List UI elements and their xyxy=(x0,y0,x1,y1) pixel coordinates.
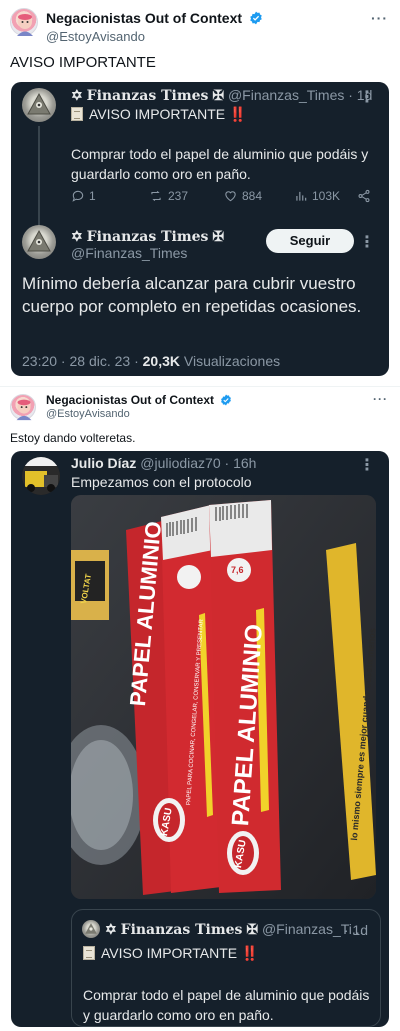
headline: AVISO IMPORTANTE xyxy=(101,945,238,961)
maltese-cross-icon: ✠ xyxy=(212,229,225,245)
embedded-post-card[interactable]: Julio Díaz @juliodiaz70 · 16h ⋮ Empezamo… xyxy=(11,451,389,1027)
post-text: AVISO IMPORTANTE xyxy=(10,54,156,71)
author-handle[interactable]: @EstoyAvisando xyxy=(46,29,145,44)
memo-icon xyxy=(71,107,83,121)
thread-connector-line xyxy=(38,126,40,228)
author-handle[interactable]: @Finanzas_Times xyxy=(71,245,187,261)
views-button[interactable]: 103K xyxy=(294,189,340,203)
star-of-david-icon: ✡ xyxy=(71,229,83,245)
author-handle[interactable]: @Finanzas_Times xyxy=(228,87,344,103)
more-options-icon[interactable]: ··· xyxy=(373,392,388,406)
post-time[interactable]: · 16h xyxy=(225,455,257,471)
author-name[interactable]: Julio Díaz xyxy=(71,455,136,471)
like-button[interactable]: 884 xyxy=(223,189,262,203)
outer-post-2-header: Negacionistas Out of Context @EstoyAvisa… xyxy=(0,388,400,432)
views-count: 20,3K xyxy=(142,353,180,369)
embedded-thread-card[interactable]: ✡ Finanzas Times ✠ @Finanzas_Times · 1d … xyxy=(11,82,389,376)
more-options-icon[interactable]: ··· xyxy=(371,10,388,26)
reply-button[interactable]: 1 xyxy=(71,189,96,203)
author-name[interactable]: Negacionistas Out of Context xyxy=(46,393,214,407)
reply-count: 1 xyxy=(89,189,96,203)
maltese-cross-icon: ✠ xyxy=(246,922,259,938)
verified-badge-icon xyxy=(249,11,263,28)
verified-badge-icon xyxy=(220,394,232,409)
quoted-post-text: Comprar todo el papel de aluminio que po… xyxy=(71,146,369,182)
more-options-icon[interactable]: ⋮ xyxy=(359,455,375,475)
more-options-icon[interactable]: ⋮ xyxy=(359,87,375,107)
follow-button[interactable]: Seguir xyxy=(266,229,354,253)
julio-diaz-avatar[interactable] xyxy=(22,457,60,495)
post-text: Estoy dando volteretas. xyxy=(10,431,136,445)
star-of-david-icon: ✡ xyxy=(105,922,117,938)
repost-count: 237 xyxy=(168,189,189,203)
reply-icon xyxy=(72,190,84,202)
more-options-icon[interactable]: ⋮ xyxy=(359,232,375,252)
post-photo[interactable]: PAPEL ALUMINIO PAPEL ALUMINIO PAPEL PARA… xyxy=(71,495,376,899)
star-of-david-icon: ✡ xyxy=(71,88,83,104)
share-icon[interactable] xyxy=(357,189,375,203)
like-count: 884 xyxy=(242,189,263,203)
analytics-icon xyxy=(296,191,307,201)
quoted-post[interactable]: ✡ Finanzas Times ✠ @Finanzas_Ti... · 1d … xyxy=(71,909,381,1027)
quoted-post-text: Comprar todo el papel de aluminio que po… xyxy=(83,987,370,1023)
author-handle[interactable]: @juliodiaz70 xyxy=(140,455,220,471)
memo-icon xyxy=(83,946,95,960)
post-text: Empezamos con el protocolo xyxy=(71,474,252,490)
post-timestamp[interactable]: 23:20 · 28 dic. 23 · xyxy=(22,353,139,369)
author-name[interactable]: Negacionistas Out of Context xyxy=(46,10,242,26)
avatar[interactable] xyxy=(10,8,38,36)
finanzas-times-avatar[interactable] xyxy=(82,920,100,938)
repost-icon xyxy=(151,190,161,202)
author-name[interactable]: Finanzas Times xyxy=(121,922,243,938)
product-length: 7,6 xyxy=(231,565,244,575)
divider xyxy=(0,386,400,387)
avatar[interactable] xyxy=(10,394,36,421)
post-time[interactable]: · 1d xyxy=(344,922,368,938)
views-count: 103K xyxy=(312,189,341,203)
double-exclamation-icon: ‼️ xyxy=(229,106,247,122)
author-handle[interactable]: @EstoyAvisando xyxy=(46,408,130,420)
author-name[interactable]: Finanzas Times xyxy=(87,88,209,104)
views-label: Visualizaciones xyxy=(183,353,281,369)
double-exclamation-icon: ‼️ xyxy=(241,945,259,961)
reply-post-text: Mínimo debería alcanzar para cubrir vues… xyxy=(22,274,362,316)
repost-button[interactable]: 237 xyxy=(148,189,188,203)
heart-icon xyxy=(225,191,236,202)
finanzas-times-avatar[interactable] xyxy=(22,225,56,259)
finanzas-times-avatar[interactable] xyxy=(22,88,56,122)
headline: AVISO IMPORTANTE xyxy=(89,106,226,122)
author-name[interactable]: Finanzas Times xyxy=(87,229,209,245)
maltese-cross-icon: ✠ xyxy=(212,88,225,104)
outer-post-1-header: Negacionistas Out of Context @EstoyAvisa… xyxy=(0,0,400,44)
